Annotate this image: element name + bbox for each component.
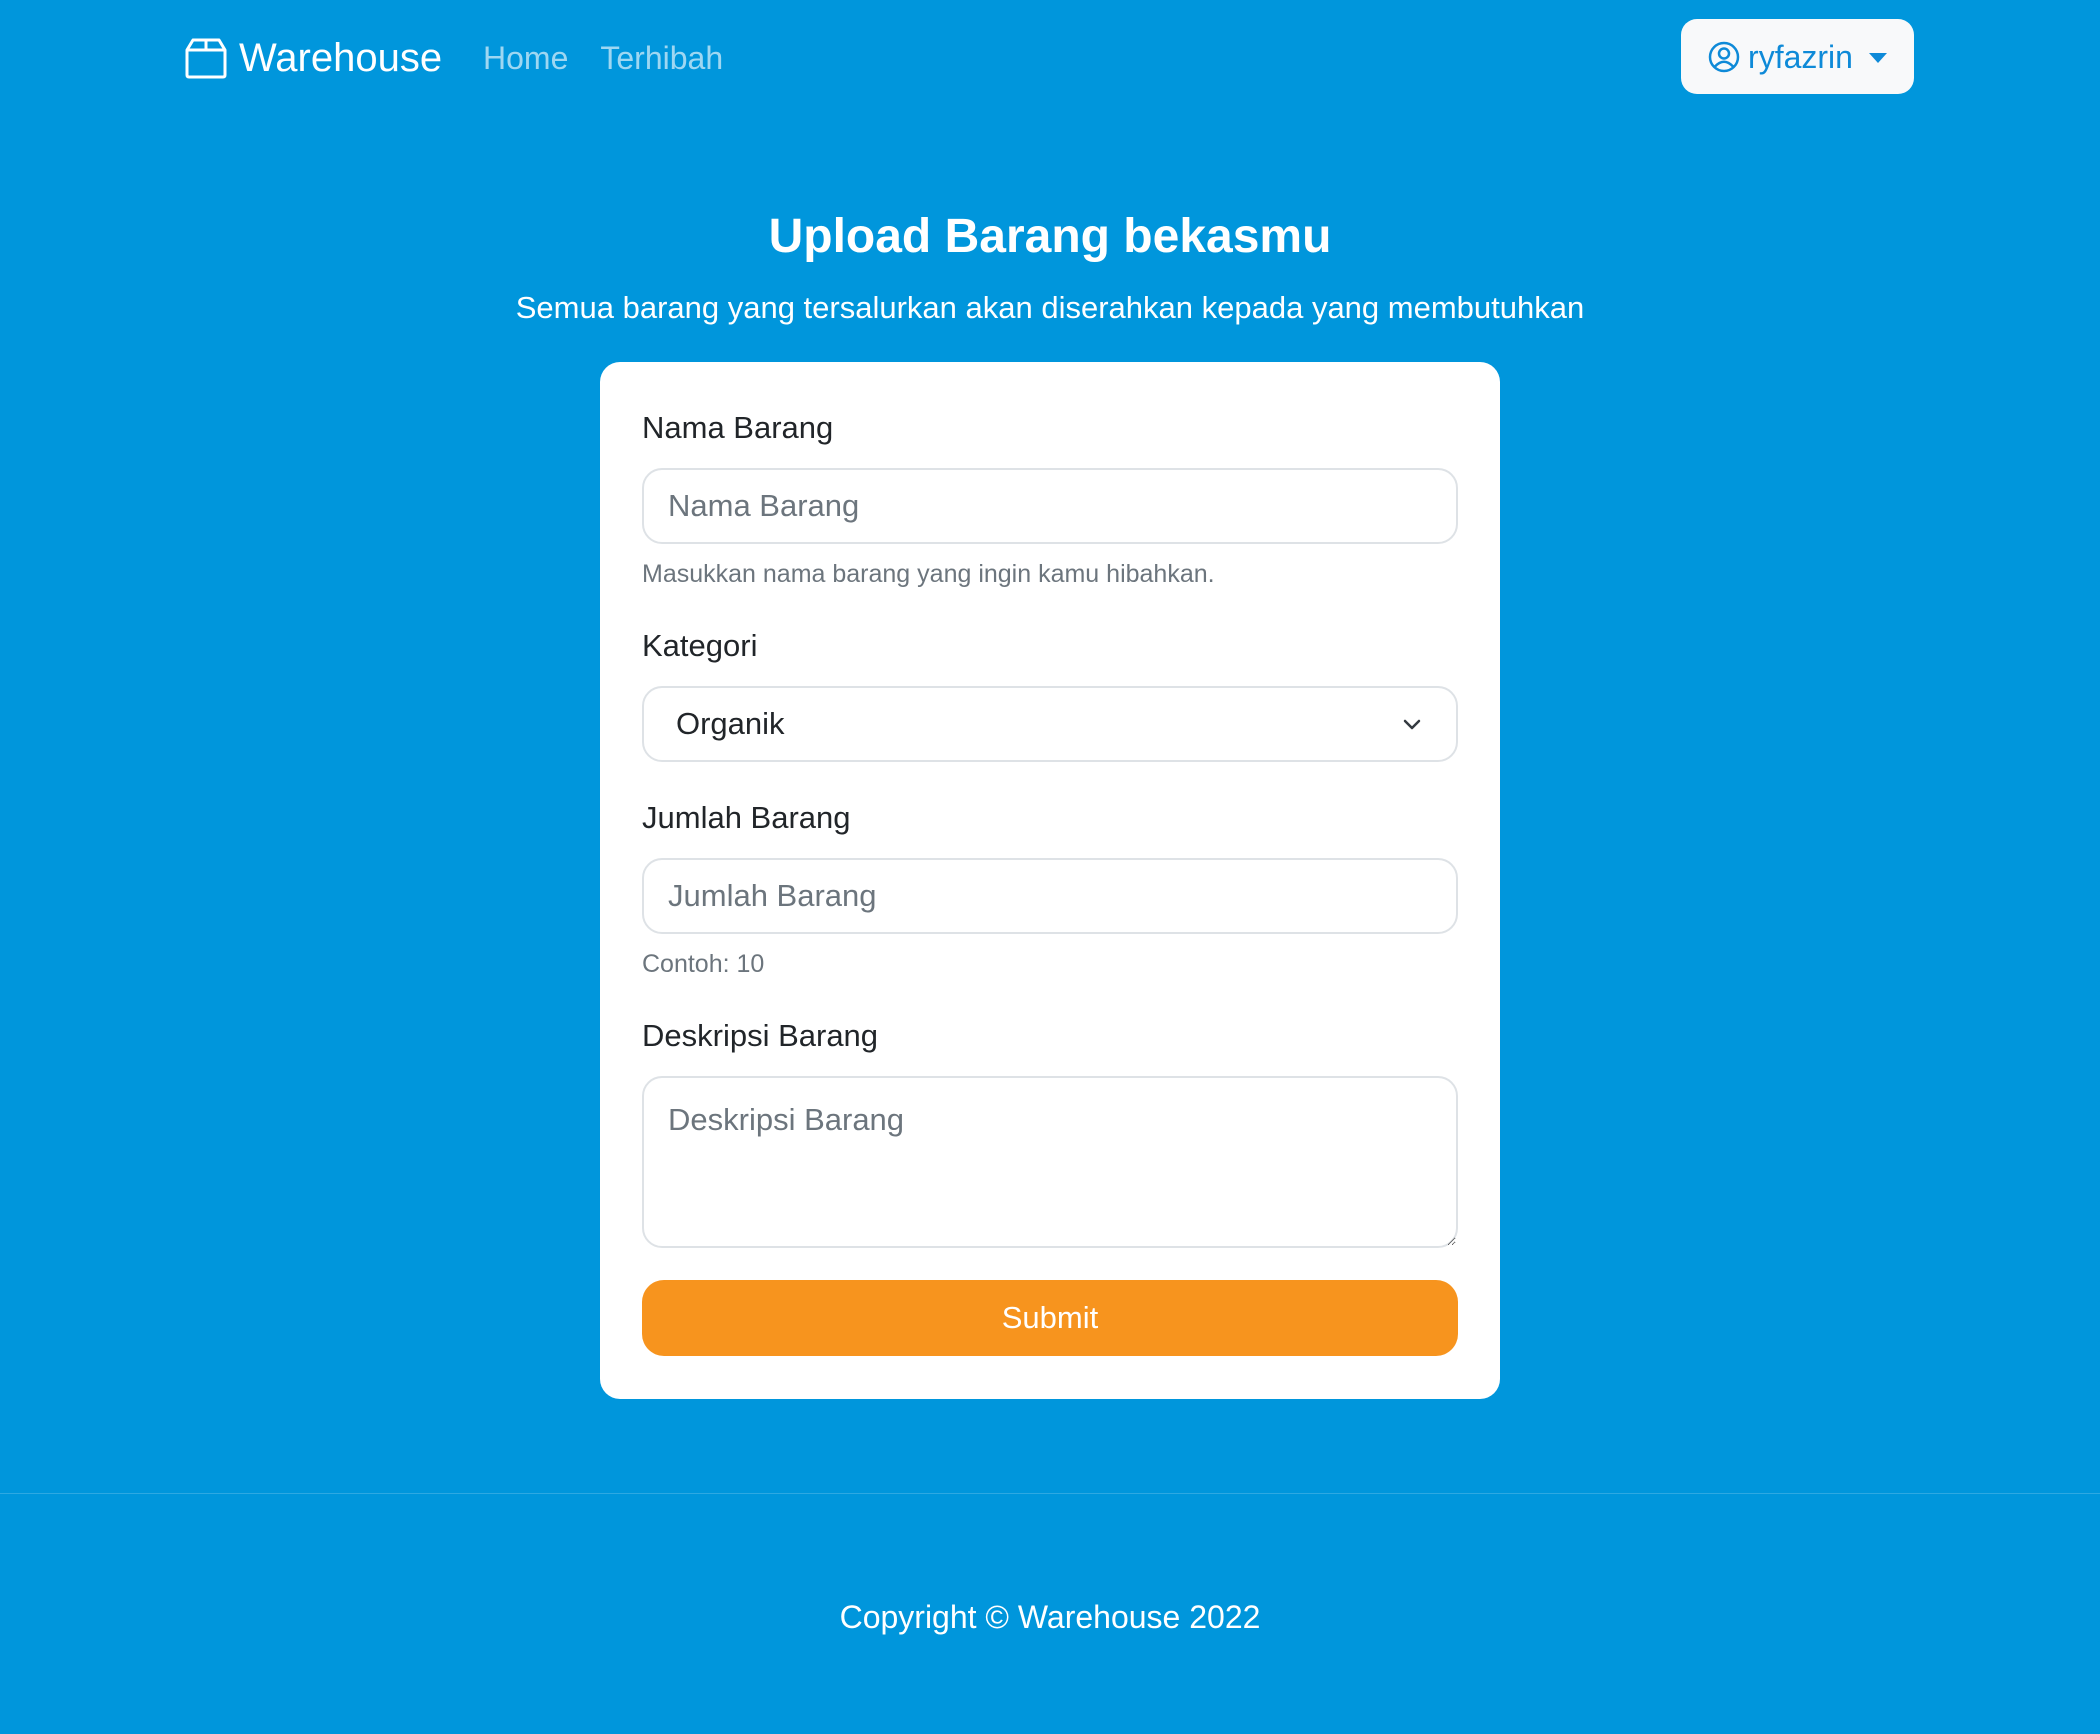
navbar: Warehouse Home Terhibah ryfazrin — [0, 0, 2100, 116]
upload-form-card: Nama Barang Masukkan nama barang yang in… — [600, 362, 1500, 1399]
user-circle-icon — [1708, 41, 1740, 72]
footer-copyright: Copyright © Warehouse 2022 — [839, 1599, 1261, 1635]
page-title: Upload Barang bekasmu — [768, 210, 1332, 263]
box-icon — [185, 38, 227, 79]
nav-link-terhibah[interactable]: Terhibah — [600, 36, 723, 80]
nama-barang-help: Masukkan nama barang yang ingin kamu hib… — [642, 560, 1215, 588]
brand-name: Warehouse — [239, 36, 443, 80]
nama-barang-label: Nama Barang — [642, 410, 834, 445]
deskripsi-barang-textarea[interactable] — [642, 1076, 1458, 1248]
nav-link-home[interactable]: Home — [483, 36, 568, 80]
submit-button[interactable]: Submit — [642, 1280, 1458, 1356]
page-subtitle: Semua barang yang tersalurkan akan diser… — [515, 290, 1585, 325]
chevron-down-icon — [1403, 719, 1421, 730]
footer-divider — [0, 1493, 2100, 1494]
kategori-label: Kategori — [642, 628, 758, 663]
user-dropdown-button[interactable]: ryfazrin — [1681, 19, 1914, 94]
kategori-selected-value: Organik — [676, 706, 785, 741]
username: ryfazrin — [1748, 38, 1853, 75]
jumlah-barang-help: Contoh: 10 — [642, 950, 765, 978]
jumlah-barang-input[interactable] — [642, 858, 1458, 934]
nama-barang-input[interactable] — [642, 468, 1458, 544]
brand-link[interactable]: Warehouse — [185, 34, 442, 82]
nav-links: Home Terhibah — [483, 36, 723, 80]
deskripsi-barang-label: Deskripsi Barang — [642, 1018, 879, 1053]
jumlah-barang-label: Jumlah Barang — [642, 800, 851, 835]
kategori-select[interactable]: Organik — [642, 686, 1458, 762]
caret-down-icon — [1868, 52, 1887, 63]
